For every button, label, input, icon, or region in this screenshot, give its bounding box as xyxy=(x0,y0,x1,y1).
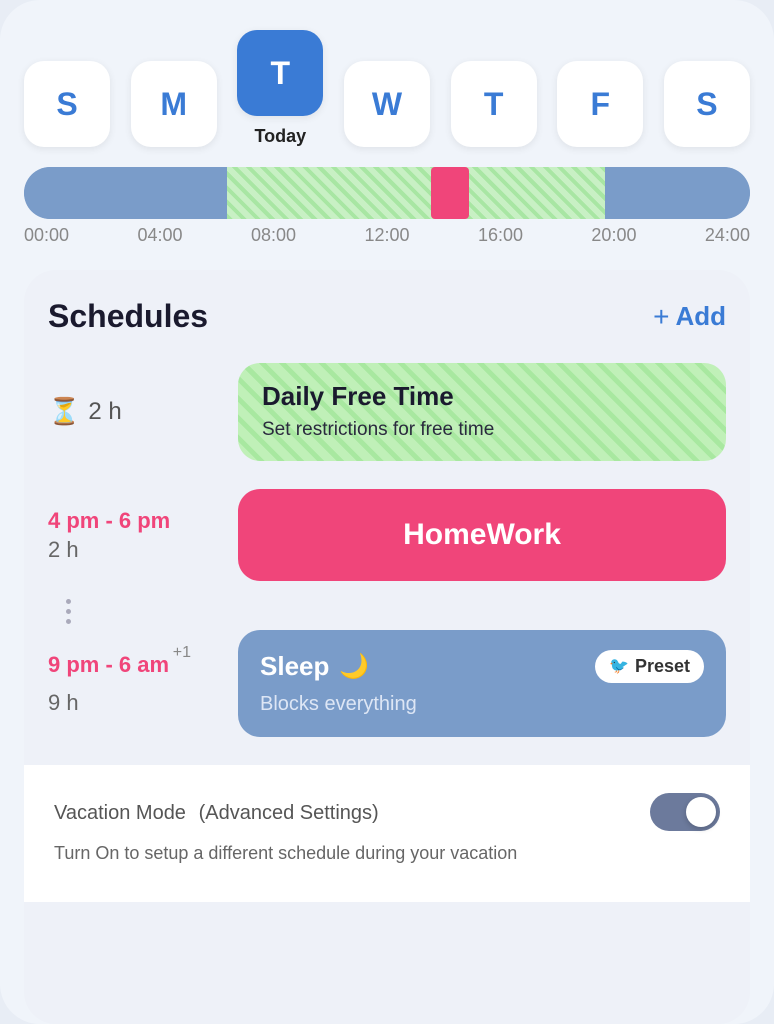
homework-duration: 2 h xyxy=(48,537,218,563)
preset-badge: 🐦 Preset xyxy=(595,650,704,683)
day-wednesday: W xyxy=(344,61,430,147)
sleep-time-info: 9 pm - 6 am+1 9 h xyxy=(48,651,218,716)
homework-row: 4 pm - 6 pm 2 h HomeWork xyxy=(48,489,726,581)
sleep-card-header: Sleep 🌙 🐦 Preset xyxy=(260,650,704,683)
sleep-title-group: Sleep 🌙 xyxy=(260,651,369,682)
timeline-blue-right xyxy=(605,167,750,219)
free-time-card-title: Daily Free Time xyxy=(262,381,702,412)
today-label: Today xyxy=(254,126,306,147)
plus-icon: + xyxy=(653,301,669,333)
sleep-time: 9 pm - 6 am+1 xyxy=(48,651,218,680)
schedules-header: Schedules + Add xyxy=(48,298,726,335)
timeline-pink-block xyxy=(431,167,469,219)
free-time-info: ⏳ 2 h xyxy=(48,396,218,427)
tick-1: 04:00 xyxy=(137,225,182,246)
sleep-card-subtitle: Blocks everything xyxy=(260,691,704,717)
free-time-card-subtitle: Set restrictions for free time xyxy=(262,418,702,443)
day-sunday-button[interactable]: S xyxy=(24,61,110,147)
day-wednesday-button[interactable]: W xyxy=(344,61,430,147)
tick-0: 00:00 xyxy=(24,225,69,246)
timeline-bar xyxy=(24,167,750,219)
day-monday-button[interactable]: M xyxy=(131,61,217,147)
toggle-knob xyxy=(686,797,716,827)
tick-3: 12:00 xyxy=(364,225,409,246)
sleep-row: 9 pm - 6 am+1 9 h Sleep 🌙 🐦 Preset Blo xyxy=(48,630,726,737)
tick-4: 16:00 xyxy=(478,225,523,246)
homework-time: 4 pm - 6 pm xyxy=(48,507,218,536)
homework-card[interactable]: HomeWork xyxy=(238,489,726,581)
day-saturday: S xyxy=(664,61,750,147)
free-time-row: ⏳ 2 h Daily Free Time Set restrictions f… xyxy=(48,363,726,461)
day-tuesday: T Today xyxy=(237,30,323,147)
free-time-card[interactable]: Daily Free Time Set restrictions for fre… xyxy=(238,363,726,461)
sleep-card[interactable]: Sleep 🌙 🐦 Preset Blocks everything xyxy=(238,630,726,737)
day-thursday-button[interactable]: T xyxy=(451,61,537,147)
day-sunday: S xyxy=(24,61,110,147)
homework-time-info: 4 pm - 6 pm 2 h xyxy=(48,507,218,564)
add-button[interactable]: + Add xyxy=(653,301,726,333)
hourglass-icon: ⏳ xyxy=(48,396,80,427)
vacation-header: Vacation Mode (Advanced Settings) xyxy=(54,793,720,831)
moon-icon: 🌙 xyxy=(339,652,369,681)
tick-2: 08:00 xyxy=(251,225,296,246)
timeline-section: 00:00 04:00 08:00 12:00 16:00 20:00 24:0… xyxy=(24,167,750,246)
free-time-duration: 2 h xyxy=(88,398,121,426)
timeline-green xyxy=(227,167,605,219)
timeline-ticks: 00:00 04:00 08:00 12:00 16:00 20:00 24:0… xyxy=(24,219,750,246)
sleep-duration: 9 h xyxy=(48,690,218,716)
day-monday: M xyxy=(131,61,217,147)
app-container: S M T Today W T F S 00:00 xyxy=(0,0,774,1024)
preset-label: Preset xyxy=(635,656,690,677)
day-selector: S M T Today W T F S xyxy=(24,30,750,147)
day-friday: F xyxy=(557,61,643,147)
vacation-toggle[interactable] xyxy=(650,793,720,831)
day-thursday: T xyxy=(451,61,537,147)
vacation-section: Vacation Mode (Advanced Settings) Turn O… xyxy=(24,765,750,902)
preset-bird-icon: 🐦 xyxy=(609,656,629,676)
homework-card-title: HomeWork xyxy=(403,517,561,553)
tick-6: 24:00 xyxy=(705,225,750,246)
schedules-section: Schedules + Add ⏳ 2 h Daily Free Time Se… xyxy=(24,270,750,1024)
timeline-blue-left xyxy=(24,167,227,219)
vacation-subtitle: (Advanced Settings) xyxy=(199,802,379,824)
tick-5: 20:00 xyxy=(591,225,636,246)
add-label: Add xyxy=(675,301,726,332)
plus-one-badge: +1 xyxy=(173,643,191,664)
vacation-description: Turn On to setup a different schedule du… xyxy=(54,841,604,866)
day-saturday-button[interactable]: S xyxy=(664,61,750,147)
vacation-title: Vacation Mode (Advanced Settings) xyxy=(54,798,379,826)
sleep-card-title: Sleep xyxy=(260,651,329,682)
schedules-title: Schedules xyxy=(48,298,208,335)
free-time-icon-row: ⏳ 2 h xyxy=(48,396,218,427)
day-friday-button[interactable]: F xyxy=(557,61,643,147)
sleep-time-text: 9 pm - 6 am+1 xyxy=(48,651,169,680)
dotted-divider xyxy=(62,599,71,624)
day-tuesday-button[interactable]: T xyxy=(237,30,323,116)
